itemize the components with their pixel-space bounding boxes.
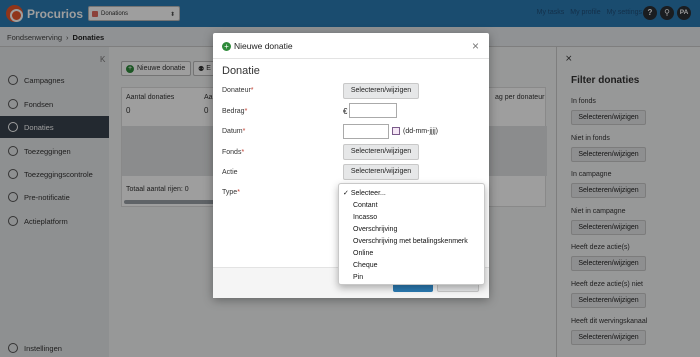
required-mark: * bbox=[237, 189, 240, 196]
dialog-header: + Nieuwe donatie × bbox=[213, 33, 489, 59]
check-icon: ✓ bbox=[343, 190, 349, 197]
datum-label-text: Datum bbox=[222, 128, 243, 135]
donateur-label: Donateur* bbox=[222, 87, 254, 94]
type-option-overschrijving-betalingskenmerk[interactable]: Overschrijving met betalingskenmerk bbox=[339, 236, 486, 248]
fonds-label-text: Fonds bbox=[222, 149, 242, 156]
required-mark: * bbox=[241, 149, 245, 156]
calendar-icon[interactable] bbox=[392, 127, 400, 135]
bedrag-label: Bedrag* bbox=[222, 108, 247, 115]
type-label-text: Type bbox=[222, 189, 238, 196]
type-label: Type* bbox=[222, 189, 240, 196]
date-input[interactable] bbox=[343, 124, 389, 139]
type-option-pin[interactable]: Pin bbox=[339, 272, 486, 284]
required-mark: * bbox=[242, 128, 246, 135]
type-option-cheque[interactable]: Cheque bbox=[339, 260, 486, 272]
plus-icon: + bbox=[222, 42, 231, 51]
type-option-overschrijving[interactable]: Overschrijving bbox=[339, 224, 486, 236]
currency-symbol: € bbox=[343, 107, 348, 116]
dialog-title: Nieuwe donatie bbox=[234, 41, 293, 51]
type-option-selected[interactable]: ✓ Selecteer... bbox=[339, 188, 486, 200]
bedrag-label-text: Bedrag bbox=[222, 108, 245, 115]
donateur-select-button[interactable]: Selecteren/wijzigen bbox=[343, 83, 419, 99]
date-format-hint: (dd-mm-jjjj) bbox=[403, 128, 438, 135]
actie-select-button[interactable]: Selecteren/wijzigen bbox=[343, 164, 419, 180]
required-mark: * bbox=[250, 87, 254, 94]
type-option-label: Selecteer... bbox=[350, 190, 386, 197]
datum-label: Datum* bbox=[222, 128, 245, 135]
type-option-incasso[interactable]: Incasso bbox=[339, 212, 486, 224]
fonds-label: Fonds* bbox=[222, 149, 244, 156]
amount-input[interactable] bbox=[349, 103, 397, 118]
type-option-online[interactable]: Online bbox=[339, 248, 486, 260]
donateur-label-text: Donateur bbox=[222, 87, 251, 94]
fonds-select-button[interactable]: Selecteren/wijzigen bbox=[343, 144, 419, 160]
close-icon[interactable]: × bbox=[472, 39, 479, 53]
actie-label: Actie bbox=[222, 169, 238, 176]
type-option-contant[interactable]: Contant bbox=[339, 200, 486, 212]
required-mark: * bbox=[244, 108, 248, 115]
form-section-title: Donatie bbox=[222, 65, 260, 77]
type-dropdown-list: ✓ Selecteer... Contant Incasso Overschri… bbox=[338, 183, 485, 285]
